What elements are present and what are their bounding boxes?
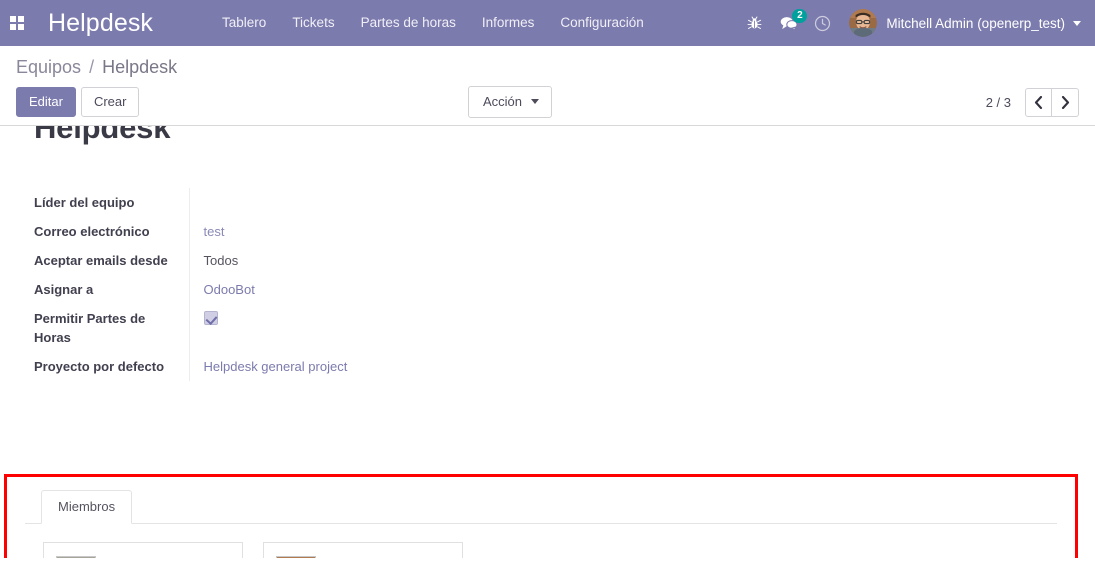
- breadcrumb-item-equipos[interactable]: Equipos: [16, 57, 81, 77]
- control-panel: Equipos / Helpdesk Editar Crear Acción 2…: [0, 46, 1095, 126]
- create-button[interactable]: Crear: [80, 87, 140, 117]
- pager-count-label: 2 / 3: [985, 94, 1011, 110]
- apps-menu-button[interactable]: [0, 0, 34, 46]
- field-row-team-leader: Líder del equipo: [34, 188, 509, 217]
- annotation-highlight-box: Miembros: [4, 474, 1078, 558]
- field-label-email: Correo electrónico: [34, 224, 150, 239]
- messaging-icon[interactable]: 2: [771, 0, 808, 46]
- member-card[interactable]: Marc Demo: [43, 542, 243, 558]
- field-row-email: Correo electrónico test: [34, 217, 509, 246]
- chevron-down-icon: [1073, 20, 1081, 26]
- form-field-group: Líder del equipo Correo electrónico test…: [34, 188, 509, 381]
- field-value-email[interactable]: test: [204, 224, 225, 239]
- action-dropdown-label: Acción: [483, 94, 523, 109]
- members-list: Marc Demo: [25, 524, 1057, 558]
- form-sheet: Helpdesk Líder del equipo Correo electró…: [0, 126, 1095, 381]
- edit-button[interactable]: Editar: [16, 87, 76, 117]
- notebook-tab-bar: Miembros: [25, 489, 1057, 524]
- menu-item-configuracion[interactable]: Configuración: [547, 0, 656, 46]
- field-value-team-leader[interactable]: [188, 188, 509, 217]
- form-sheet-area: Helpdesk Líder del equipo Correo electró…: [0, 126, 1095, 558]
- field-row-allow-timesheets: Permitir Partes de Horas: [34, 304, 509, 352]
- field-label-default-project: Proyecto por defecto: [34, 359, 165, 374]
- action-menu-wrapper: Acción: [468, 86, 553, 118]
- user-menu[interactable]: Mitchell Admin (openerp_test): [839, 9, 1087, 37]
- page-title: Helpdesk: [34, 126, 171, 145]
- field-label-allow-timesheets: Permitir Partes de Horas: [34, 311, 146, 345]
- field-row-default-project: Proyecto por defecto Helpdesk general pr…: [34, 352, 509, 381]
- chevron-down-icon: [531, 99, 540, 104]
- member-avatar: [276, 555, 316, 558]
- activity-clock-icon[interactable]: [805, 0, 839, 46]
- action-dropdown-button[interactable]: Acción: [468, 86, 553, 118]
- navbar-right-group: 2 Mitchell Admin (openerp_test): [737, 0, 1087, 46]
- apps-grid-icon: [10, 16, 24, 30]
- breadcrumb: Equipos / Helpdesk: [16, 52, 1079, 84]
- record-pager: 2 / 3: [985, 87, 1079, 117]
- user-avatar: [849, 9, 878, 37]
- menu-item-partes-de-horas[interactable]: Partes de horas: [348, 0, 469, 46]
- user-name-label: Mitchell Admin (openerp_test): [886, 15, 1065, 31]
- control-panel-buttons-row: Editar Crear Acción 2 / 3: [16, 86, 1079, 118]
- bug-icon[interactable]: [737, 0, 771, 46]
- app-brand-title[interactable]: Helpdesk: [48, 9, 153, 38]
- field-label-assign-to: Asignar a: [34, 282, 94, 297]
- notebook: Miembros: [7, 477, 1075, 558]
- tab-miembros[interactable]: Miembros: [41, 490, 133, 524]
- field-value-accept-emails-from[interactable]: Todos: [188, 246, 509, 275]
- breadcrumb-item-helpdesk: Helpdesk: [102, 57, 178, 77]
- allow-timesheets-checkbox[interactable]: [203, 311, 218, 325]
- menu-item-informes[interactable]: Informes: [469, 0, 548, 46]
- pager-buttons: [1025, 87, 1079, 117]
- field-row-accept-emails-from: Aceptar emails desde Todos: [34, 246, 509, 275]
- field-value-default-project[interactable]: Helpdesk general project: [204, 359, 348, 374]
- field-value-assign-to[interactable]: OdooBot: [204, 282, 255, 297]
- member-avatar: [56, 555, 96, 558]
- field-label-team-leader: Líder del equipo: [34, 195, 135, 210]
- pager-next-icon[interactable]: [1052, 87, 1079, 117]
- breadcrumb-separator: /: [89, 57, 95, 77]
- pager-previous-icon[interactable]: [1025, 87, 1052, 117]
- top-navbar: Helpdesk Tablero Tickets Partes de horas…: [0, 0, 1095, 46]
- member-card[interactable]: Mitchell Admin: [263, 542, 463, 558]
- field-label-accept-emails-from: Aceptar emails desde: [34, 253, 168, 268]
- menu-item-tablero[interactable]: Tablero: [209, 0, 279, 46]
- menu-item-tickets[interactable]: Tickets: [279, 0, 347, 46]
- field-row-assign-to: Asignar a OdooBot: [34, 275, 509, 304]
